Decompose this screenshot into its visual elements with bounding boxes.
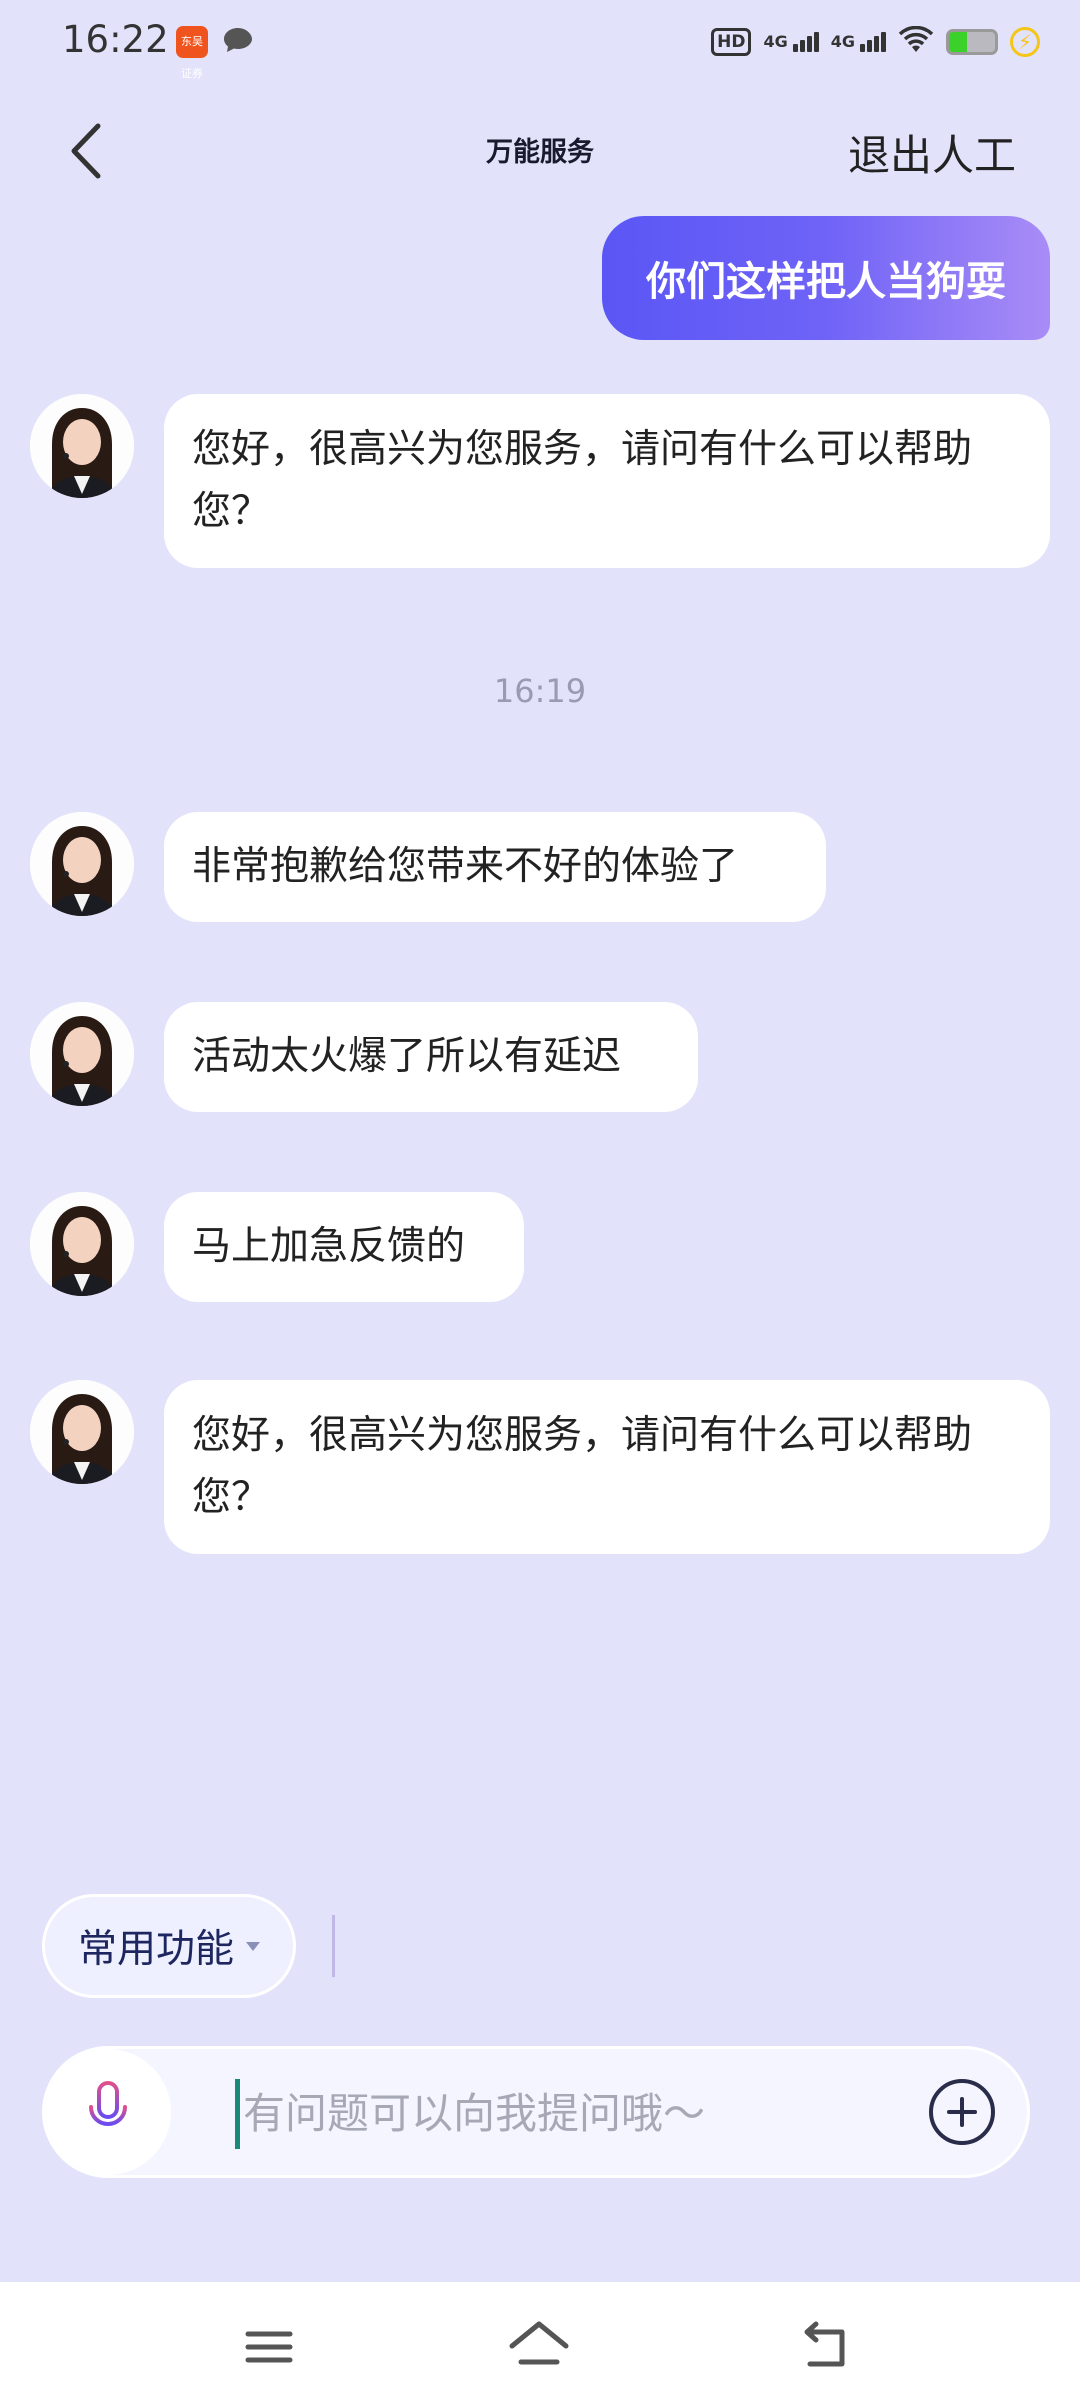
home-icon[interactable] xyxy=(504,2312,574,2382)
avatar[interactable] xyxy=(30,1002,134,1106)
common-functions-button[interactable]: 常用功能 xyxy=(42,1894,296,1998)
wifi-icon xyxy=(898,25,934,59)
back-icon[interactable] xyxy=(790,2312,860,2382)
caret-down-icon xyxy=(246,1941,260,1951)
agent-message-bubble[interactable]: 您好，很高兴为您服务，请问有什么可以帮助您？ xyxy=(164,394,1050,568)
status-bar: 16:22 东吴证券 HD 4G 4G ⚡ xyxy=(0,0,1080,90)
system-nav-bar xyxy=(0,2282,1080,2408)
app-badge-icon: 东吴证券 xyxy=(176,26,208,80)
plus-circle-icon[interactable] xyxy=(927,2077,997,2147)
signal-icon: 4G xyxy=(831,32,886,52)
agent-message-bubble[interactable]: 您好，很高兴为您服务，请问有什么可以帮助您？ xyxy=(164,1380,1050,1554)
sim1-label: 4G xyxy=(763,32,788,51)
agent-message-bubble[interactable]: 马上加急反馈的 xyxy=(164,1192,524,1302)
avatar[interactable] xyxy=(30,394,134,498)
avatar[interactable] xyxy=(30,812,134,916)
message-composer xyxy=(42,2046,1030,2178)
text-cursor xyxy=(235,2079,240,2149)
sim2-label: 4G xyxy=(830,32,855,51)
message-timestamp: 16:19 xyxy=(493,672,587,710)
menu-icon[interactable] xyxy=(234,2312,304,2382)
hd-icon: HD xyxy=(711,28,752,56)
agent-message-bubble[interactable]: 非常抱歉给您带来不好的体验了 xyxy=(164,812,826,922)
signal-icon: 4G xyxy=(763,32,819,52)
message-icon xyxy=(222,26,254,54)
status-time: 16:22 xyxy=(62,18,169,61)
battery-icon xyxy=(946,29,998,55)
header: 万能服务 退出人工 xyxy=(0,100,1080,200)
divider xyxy=(332,1915,335,1977)
common-functions-label: 常用功能 xyxy=(77,1927,234,1972)
user-message-bubble[interactable]: 你们这样把人当狗耍 xyxy=(602,216,1050,340)
message-input[interactable] xyxy=(241,2069,945,2157)
charging-icon: ⚡ xyxy=(1010,27,1040,57)
avatar[interactable] xyxy=(30,1380,134,1484)
microphone-icon[interactable] xyxy=(45,2049,171,2175)
battery-fill xyxy=(949,32,968,52)
exit-human-service-button[interactable]: 退出人工 xyxy=(848,122,1016,183)
avatar[interactable] xyxy=(30,1192,134,1296)
agent-message-bubble[interactable]: 活动太火爆了所以有延迟 xyxy=(164,1002,698,1112)
